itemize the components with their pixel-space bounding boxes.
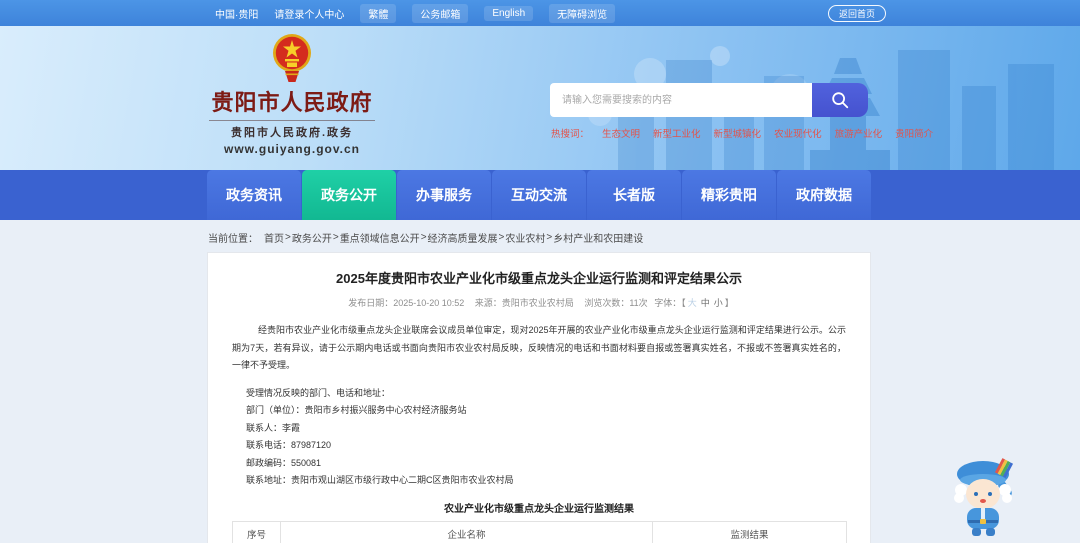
font-size-large-button[interactable]: 大: [688, 298, 697, 308]
crumb-rural-industry[interactable]: 乡村产业和农田建设: [553, 230, 643, 245]
article-body: 经贵阳市农业产业化市级重点龙头企业联席会议成员单位审定，现对2025年开展的农业…: [232, 322, 846, 490]
monitoring-result-table: 序号 企业名称 监测结果 1 贵州合力超市采购有限公司 合格 2 贵州友禾种业有…: [232, 520, 847, 543]
table-header-row: 序号 企业名称 监测结果: [232, 520, 847, 543]
crumb-home[interactable]: 首页: [264, 230, 284, 245]
breadcrumb-separator: >: [332, 232, 339, 243]
line-contact-person: 联系人：李霞: [246, 422, 301, 433]
hot-word-urbanization[interactable]: 新型城镇化: [714, 126, 762, 140]
nav-tab-gov-disclosure[interactable]: 政务公开: [302, 170, 396, 220]
crumb-gov-disclosure[interactable]: 政务公开: [292, 230, 332, 245]
breadcrumb-separator: >: [546, 232, 553, 243]
hot-word-eco[interactable]: 生态文明: [602, 126, 640, 140]
topbar-links: 中国·贵阳 请登录个人中心 繁體 公务邮箱 English 无障碍浏览: [215, 0, 616, 26]
site-tagline: 贵阳市人民政府.政务: [230, 127, 354, 139]
line-contact-phone: 联系电话：87987120: [246, 440, 332, 450]
header-company: 企业名称: [280, 520, 653, 543]
line-department: 部门（单位）：贵阳市乡村振兴服务中心农村经济服务站: [246, 405, 467, 415]
nav-tabs: 政务资讯 政务公开 办事服务 互动交流 长者版 精彩贵阳 政府数据: [207, 170, 872, 220]
crumb-key-info[interactable]: 重点领域信息公开: [340, 230, 420, 245]
main-nav: 政务资讯 政务公开 办事服务 互动交流 长者版 精彩贵阳 政府数据: [0, 170, 1080, 220]
nav-tab-highlights[interactable]: 精彩贵阳: [682, 170, 776, 220]
font-size-medium-button[interactable]: 中: [701, 298, 710, 308]
breadcrumb-label: 当前位置：: [208, 234, 258, 245]
nav-tab-senior[interactable]: 长者版: [587, 170, 681, 220]
search-bar: [550, 83, 868, 117]
nav-tab-gov-data[interactable]: 政府数据: [777, 170, 871, 220]
link-china-guiyang[interactable]: 中国·贵阳: [215, 6, 258, 21]
font-size-small-button[interactable]: 小: [714, 298, 723, 308]
link-login-personal-center[interactable]: 请登录个人中心: [274, 6, 344, 21]
font-size-bracket-end: 】: [724, 298, 734, 308]
mascot-assistant[interactable]: [946, 452, 1022, 538]
line-address: 联系地址：贵阳市观山湖区市级行政中心二期C区贵阳市农业农村局: [246, 475, 514, 485]
view-count: 浏览次数：11次: [584, 298, 648, 308]
site-name: 贵阳市人民政府: [211, 90, 373, 115]
header-serial: 序号: [232, 520, 281, 543]
national-emblem-icon: [273, 34, 311, 82]
hot-word-industry[interactable]: 新型工业化: [653, 126, 701, 140]
header-result: 监测结果: [652, 520, 847, 543]
top-utility-bar: 中国·贵阳 请登录个人中心 繁體 公务邮箱 English 无障碍浏览 返回首页: [0, 0, 1080, 26]
breadcrumb-separator: >: [420, 232, 427, 243]
hot-word-agriculture[interactable]: 农业现代化: [774, 126, 822, 140]
site-logo[interactable]: 贵阳市人民政府 贵阳市人民政府.政务 www.guiyang.gov.cn: [209, 31, 375, 156]
font-size-label: 字体：【: [654, 298, 686, 308]
site-header: 贵阳市人民政府 贵阳市人民政府.政务 www.guiyang.gov.cn 热搜…: [0, 26, 1080, 170]
crumb-agriculture[interactable]: 农业农村: [505, 230, 545, 245]
search-icon: [832, 92, 849, 109]
site-url: www.guiyang.gov.cn: [223, 142, 360, 156]
link-accessibility[interactable]: 无障碍浏览: [549, 3, 616, 23]
link-official-mail[interactable]: 公务邮箱: [412, 3, 469, 23]
hot-search-label: 热搜词：: [551, 129, 590, 140]
article-source: 来源：贵阳市农业农村局: [474, 298, 574, 308]
search-button[interactable]: [812, 83, 868, 117]
table-caption: 农业产业化市级重点龙头企业运行监测结果: [444, 503, 634, 515]
nav-tab-interaction[interactable]: 互动交流: [492, 170, 586, 220]
nav-tab-services[interactable]: 办事服务: [397, 170, 491, 220]
search-input[interactable]: [550, 83, 812, 117]
breadcrumb-separator: >: [285, 232, 291, 243]
nav-tab-news[interactable]: 政务资讯: [207, 170, 301, 220]
paragraph-announcement: 经贵阳市农业产业化市级重点龙头企业联席会议成员单位审定，现对2025年开展的农业…: [232, 325, 846, 370]
publish-date: 发布日期：2025-10-20 10:52: [348, 298, 465, 308]
page: 中国·贵阳 请登录个人中心 繁體 公务邮箱 English 无障碍浏览 返回首页: [0, 0, 1080, 543]
hot-search-row: 热搜词： 生态文明 新型工业化 新型城镇化 农业现代化 旅游产业化 贵阳简介: [551, 126, 933, 140]
link-english[interactable]: English: [484, 5, 534, 21]
back-to-home-button[interactable]: 返回首页: [828, 5, 887, 22]
paragraph-acceptance: 受理情况反映的部门、电话和地址：: [246, 387, 391, 398]
breadcrumb: 当前位置： 首页 > 政务公开 > 重点领域信息公开 > 经济高质量发展 > 农…: [208, 230, 643, 245]
article-meta: 发布日期：2025-10-20 10:52 来源：贵阳市农业农村局 浏览次数：1…: [232, 296, 846, 309]
hot-word-intro[interactable]: 贵阳简介: [895, 126, 933, 140]
crumb-economy[interactable]: 经济高质量发展: [428, 230, 498, 245]
line-postcode: 邮政编码：550081: [246, 457, 322, 468]
link-traditional-chinese[interactable]: 繁體: [360, 3, 397, 23]
logo-divider: [209, 120, 375, 121]
breadcrumb-separator: >: [498, 232, 505, 243]
article-card: 2025年度贵阳市农业产业化市级重点龙头企业运行监测和评定结果公示 发布日期：2…: [207, 252, 871, 543]
hot-word-tourism[interactable]: 旅游产业化: [835, 126, 883, 140]
article-title: 2025年度贵阳市农业产业化市级重点龙头企业运行监测和评定结果公示: [336, 271, 742, 286]
